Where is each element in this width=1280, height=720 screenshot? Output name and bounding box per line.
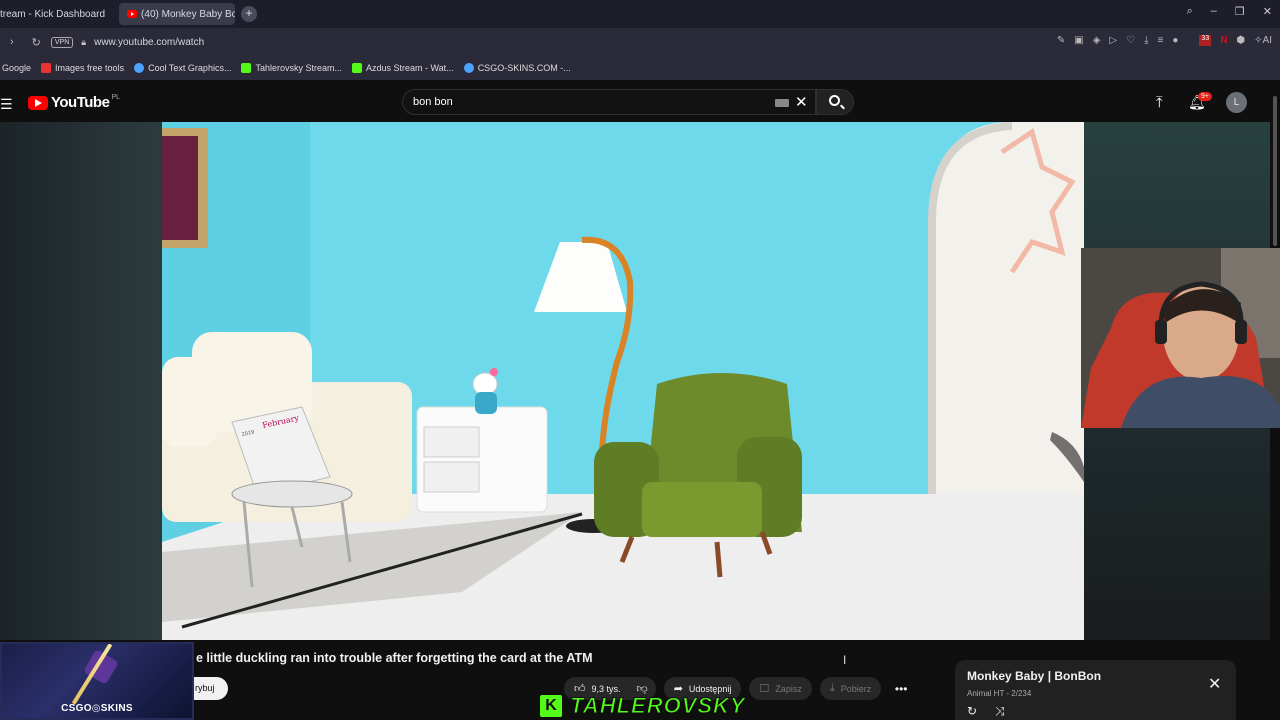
tab-kick-dashboard[interactable]: tream - Kick Dashboard [0, 3, 113, 25]
search-box: ✕ [402, 89, 816, 115]
bookmark-google[interactable]: Google [2, 63, 31, 73]
playlist-queue-card[interactable]: Monkey Baby | BonBon Animal HT - 2/234 ✕… [955, 660, 1236, 720]
nightstand [416, 406, 548, 513]
avatar[interactable]: L [1226, 92, 1247, 113]
keyboard-icon[interactable] [775, 99, 789, 107]
streamer-name: TAHLEROVSKY [570, 692, 746, 718]
minimize-button[interactable]: – [1211, 5, 1217, 18]
maximize-button[interactable]: ❐ [1235, 5, 1245, 18]
sofa-cushion [162, 357, 217, 447]
video-player[interactable]: February 2019 [162, 122, 1084, 640]
shield-icon[interactable]: ◈ [1093, 35, 1101, 46]
bookmark-tahlerovsky-stream[interactable]: Tahlerovsky Stream... [241, 63, 342, 73]
extension-counter[interactable]: 33 [1199, 35, 1212, 46]
url-field[interactable]: www.youtube.com/watch [94, 37, 204, 48]
bookmark-label: Tahlerovsky Stream... [255, 63, 342, 73]
reload-icon[interactable]: ↻ [32, 36, 41, 49]
bookmark-favicon-icon [463, 63, 474, 73]
bookmark-label: Azdus Stream - Wat... [365, 63, 454, 73]
youtube-header: ☰ YouTube PL ✕ ⤒ 🔔︎ 9+ L [0, 82, 1270, 122]
video-frame-scene: February 2019 [162, 122, 1084, 640]
more-icon: ••• [894, 681, 908, 696]
hamburger-menu-icon[interactable]: ☰ [0, 96, 13, 113]
youtube-favicon-icon [127, 10, 138, 18]
text-cursor-icon: I [843, 653, 847, 667]
webcam-overlay [1081, 248, 1280, 428]
search-input[interactable] [413, 96, 743, 108]
kick-logo-icon: K [540, 694, 562, 717]
window-controls: ⌕ – ❐ ✕ [1187, 5, 1272, 18]
search-icon [829, 95, 840, 106]
sponsor-overlay: CSGO◎SKINS [0, 642, 194, 720]
vpn-badge[interactable]: VPN [50, 36, 74, 48]
tab-youtube-video[interactable]: (40) Monkey Baby Bon Bo [119, 3, 236, 25]
bookmark-csgo-skins[interactable]: CSGO-SKINS.COM -... [463, 63, 571, 73]
ai-button[interactable]: ✧AI [1254, 35, 1272, 46]
webcam-scene [1081, 248, 1280, 428]
lock-icon[interactable]: 🔒︎ [81, 37, 86, 48]
tab-label: (40) Monkey Baby Bon Bo [141, 8, 236, 20]
download-button[interactable]: ⤓ Pobierz [819, 677, 882, 700]
save-label: Zapisz [775, 683, 802, 694]
country-code: PL [111, 94, 120, 101]
streamer-nameplate: K TAHLEROVSKY [540, 692, 746, 718]
download-icon[interactable]: ⤓ [1144, 35, 1148, 46]
address-bar-icons: ✎ ▣ ◈ ▷ ♡ ⤓ ≡ ● 33 N ⬢ ✧AI [1057, 35, 1272, 46]
youtube-wordmark: YouTube [51, 94, 110, 111]
browser-tab-bar: tream - Kick Dashboard (40) Monkey Baby … [0, 0, 1280, 28]
figurine [472, 372, 498, 396]
heart-icon[interactable]: ♡ [1126, 35, 1135, 46]
bookmark-favicon-icon [41, 63, 52, 73]
tab-label: tream - Kick Dashboard [0, 8, 106, 20]
notifications-badge: 9+ [1198, 92, 1212, 101]
search-button[interactable] [816, 89, 854, 115]
ai-icon: ✧ [1254, 35, 1263, 46]
bookmark-cool-text[interactable]: Cool Text Graphics... [134, 63, 231, 73]
bookmark-images-free-tools[interactable]: Images free tools [41, 63, 124, 73]
coffee-table [231, 480, 353, 508]
bookmark-label: Images free tools [55, 63, 125, 73]
youtube-logo[interactable]: YouTube PL [28, 94, 120, 111]
sponsor-label: CSGO◎SKINS [61, 703, 133, 714]
bookmark-label: Cool Text Graphics... [148, 63, 232, 73]
extension-icon[interactable]: ⬢ [1236, 35, 1245, 46]
bookmark-label: Google [2, 63, 32, 73]
profile-icon[interactable]: ● [1172, 35, 1178, 46]
bookmark-label: CSGO-SKINS.COM -... [477, 63, 571, 73]
kick-favicon-icon [241, 63, 252, 73]
forward-icon[interactable]: › [10, 36, 14, 48]
upload-icon[interactable]: ⤒ [1156, 94, 1163, 111]
camera-icon[interactable]: ▣ [1074, 35, 1083, 46]
download-label: Pobierz [840, 683, 872, 694]
menu-icon[interactable]: ≡ [1158, 35, 1164, 46]
save-button[interactable]: ☐ Zapisz [749, 677, 812, 700]
subscribe-button[interactable]: rybuj [190, 677, 228, 700]
playlist-title[interactable]: Monkey Baby | BonBon [967, 669, 1101, 683]
edit-icon[interactable]: ✎ [1057, 35, 1065, 46]
new-tab-button[interactable]: + [241, 6, 258, 22]
ai-label: AI [1262, 35, 1272, 46]
kick-favicon-icon [351, 63, 362, 73]
more-actions-button[interactable]: ••• [889, 677, 913, 700]
close-window-button[interactable]: ✕ [1263, 5, 1272, 18]
youtube-play-icon [28, 95, 48, 110]
bookmark-favicon-icon [134, 63, 145, 73]
picture [162, 136, 198, 240]
bookmark-azdus-stream[interactable]: Azdus Stream - Wat... [351, 63, 454, 73]
shuffle-icon[interactable]: ⤨ [995, 704, 1005, 719]
bookmarks-bar: Google Images free tools Cool Text Graph… [0, 56, 1280, 80]
loop-icon[interactable]: ↻ [967, 704, 977, 718]
video-title: e little duckling ran into trouble after… [196, 651, 593, 665]
clear-search-icon[interactable]: ✕ [795, 93, 808, 111]
download-icon: ⤓ [829, 682, 835, 694]
playlist-subtitle: Animal HT - 2/234 [967, 689, 1032, 698]
scrollbar-thumb[interactable] [1273, 96, 1277, 246]
browser-search-icon[interactable]: ⌕ [1187, 5, 1193, 18]
play-icon[interactable]: ▷ [1109, 35, 1117, 46]
address-bar: › ↻ VPN 🔒︎ www.youtube.com/watch ✎ ▣ ◈ ▷… [0, 28, 1280, 56]
netflix-extension-icon[interactable]: N [1220, 35, 1227, 46]
bookmark-icon: ☐ [759, 683, 770, 695]
close-playlist-icon[interactable]: ✕ [1208, 674, 1221, 694]
